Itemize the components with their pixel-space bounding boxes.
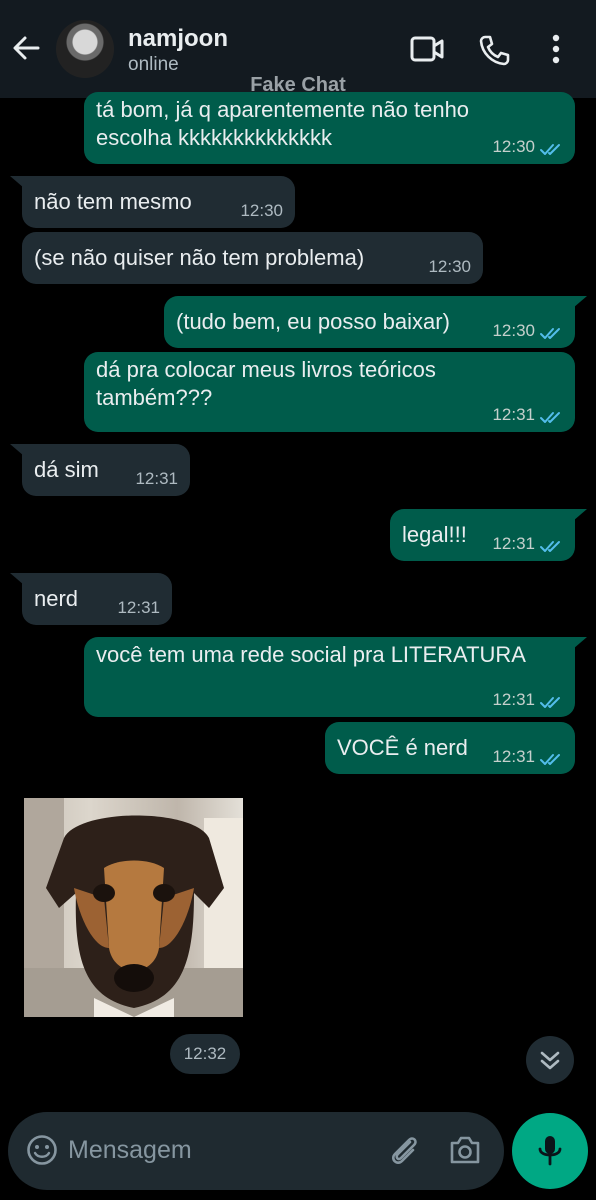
emoji-icon[interactable] [26, 1134, 58, 1166]
message-time: 12:30 [492, 321, 535, 340]
message-time: 12:31 [492, 747, 535, 766]
attach-icon[interactable] [388, 1134, 422, 1168]
message-text: não tem mesmo [34, 189, 192, 214]
incoming-message[interactable]: (se não quiser não tem problema) 12:30 [22, 232, 483, 284]
read-receipt-icon [539, 404, 563, 432]
incoming-message[interactable]: não tem mesmo 12:30 [10, 176, 295, 228]
scroll-down-button[interactable] [526, 1036, 574, 1084]
outgoing-message[interactable]: você tem uma rede social pra LITERATURA 1… [84, 637, 587, 717]
mic-button[interactable] [512, 1113, 588, 1189]
outgoing-message[interactable]: VOCÊ é nerd 12:31 [325, 722, 575, 774]
message-text: (tudo bem, eu posso baixar) [176, 309, 450, 334]
video-call-icon[interactable] [410, 34, 444, 64]
bubble-tail [573, 637, 587, 649]
message-composer[interactable]: Mensagem [8, 1112, 504, 1190]
back-arrow-icon[interactable] [10, 32, 42, 64]
bubble-tail [573, 509, 587, 521]
read-receipt-icon [539, 689, 563, 717]
outgoing-message[interactable]: (tudo bem, eu posso baixar) 12:30 [164, 296, 587, 348]
bubble-tail [10, 444, 24, 456]
avatar[interactable] [56, 20, 114, 78]
message-time: 12:31 [492, 690, 535, 709]
message-text: também??? [96, 385, 213, 410]
message-text: escolha kkkkkkkkkkkkkk [96, 125, 332, 150]
message-time: 12:31 [492, 534, 535, 553]
message-time: 12:30 [428, 257, 471, 276]
incoming-message[interactable]: nerd 12:31 [10, 573, 172, 625]
outgoing-message[interactable]: legal!!! 12:31 [390, 509, 587, 561]
message-time: 12:32 [170, 1034, 240, 1074]
message-time: 12:30 [492, 137, 535, 156]
contact-status: online [128, 54, 179, 75]
bubble-tail [10, 573, 24, 585]
read-receipt-icon [539, 136, 563, 164]
message-text: dá pra colocar meus livros teóricos [96, 357, 436, 382]
message-text: você tem uma rede social pra LITERATURA [96, 642, 526, 667]
image-message[interactable] [24, 798, 243, 1017]
camera-icon[interactable] [448, 1134, 482, 1166]
phone-icon[interactable] [478, 34, 510, 66]
read-receipt-icon [539, 320, 563, 348]
mic-icon [538, 1136, 562, 1166]
read-receipt-icon [539, 533, 563, 561]
more-menu-icon[interactable] [550, 34, 562, 64]
message-time: 12:31 [492, 405, 535, 424]
message-time: 12:31 [135, 469, 178, 488]
bubble-tail [573, 296, 587, 308]
contact-name[interactable]: namjoon [128, 25, 228, 53]
message-time: 12:30 [240, 201, 283, 220]
message-input[interactable]: Mensagem [68, 1136, 192, 1165]
message-text: tá bom, já q aparentemente não tenho [96, 97, 470, 122]
outgoing-message[interactable]: dá pra colocar meus livros teóricos també… [84, 352, 575, 432]
message-text: (se não quiser não tem problema) [34, 245, 365, 270]
message-text: nerd [34, 586, 79, 611]
read-receipt-icon [539, 746, 563, 774]
message-text: VOCÊ é nerd [337, 735, 468, 760]
outgoing-message[interactable]: tá bom, já q aparentemente não tenho esco… [84, 92, 575, 164]
message-time: 12:31 [117, 598, 160, 617]
message-text: legal!!! [402, 522, 467, 547]
incoming-message[interactable]: dá sim 12:31 [10, 444, 190, 496]
double-chevron-down-icon [540, 1051, 560, 1070]
bubble-tail [10, 176, 24, 188]
dog-photo [24, 798, 243, 1017]
message-text: dá sim [34, 457, 99, 482]
